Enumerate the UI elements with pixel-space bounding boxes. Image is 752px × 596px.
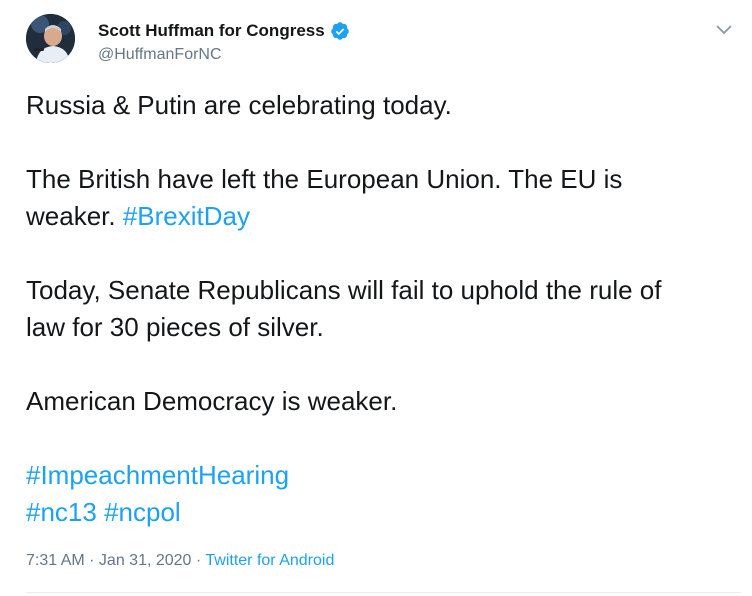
tweet-time[interactable]: 7:31 AM xyxy=(26,552,85,569)
tweet-line: Russia & Putin are celebrating today. xyxy=(26,90,452,120)
tweet-text-segment: Today, Senate Republicans will fail to u… xyxy=(26,275,662,305)
hashtag-brexitday[interactable]: #BrexitDay xyxy=(123,201,250,231)
tweet-line: Today, Senate Republicans will fail to u… xyxy=(26,272,741,346)
hashtag-nc13[interactable]: #nc13 xyxy=(26,497,97,527)
tweet-line: American Democracy is weaker. xyxy=(26,386,398,416)
tweet-card: Scott Huffman for Congress @HuffmanForNC… xyxy=(0,0,752,596)
divider xyxy=(26,592,741,593)
tweet-meta: 7:31 AM · Jan 31, 2020 · Twitter for And… xyxy=(26,551,334,571)
tweet-text-segment: The British have left the European Union… xyxy=(26,164,623,194)
tweet-source-link[interactable]: Twitter for Android xyxy=(205,552,334,569)
tweet-text: Russia & Putin are celebrating today. Th… xyxy=(26,87,741,531)
author-name-row[interactable]: Scott Huffman for Congress xyxy=(98,21,350,41)
verified-badge-icon xyxy=(330,21,350,41)
tweet-line: #ImpeachmentHearing #nc13 #ncpol xyxy=(26,457,741,531)
tweet-date[interactable]: Jan 31, 2020 xyxy=(99,552,192,569)
tweet-text-segment: law for 30 pieces of silver. xyxy=(26,312,324,342)
hashtag-ncpol[interactable]: #ncpol xyxy=(104,497,181,527)
author-display-name[interactable]: Scott Huffman for Congress xyxy=(98,21,325,41)
avatar-image xyxy=(26,14,75,63)
hashtag-impeachmenthearing[interactable]: #ImpeachmentHearing xyxy=(26,460,289,490)
tweet-line: The British have left the European Union… xyxy=(26,161,741,235)
avatar[interactable] xyxy=(26,14,75,63)
chevron-down-icon[interactable] xyxy=(713,20,735,38)
author-handle[interactable]: @HuffmanForNC xyxy=(98,45,222,65)
meta-separator: · xyxy=(84,552,99,569)
tweet-text-segment: weaker. xyxy=(26,201,123,231)
meta-separator: · xyxy=(191,552,206,569)
